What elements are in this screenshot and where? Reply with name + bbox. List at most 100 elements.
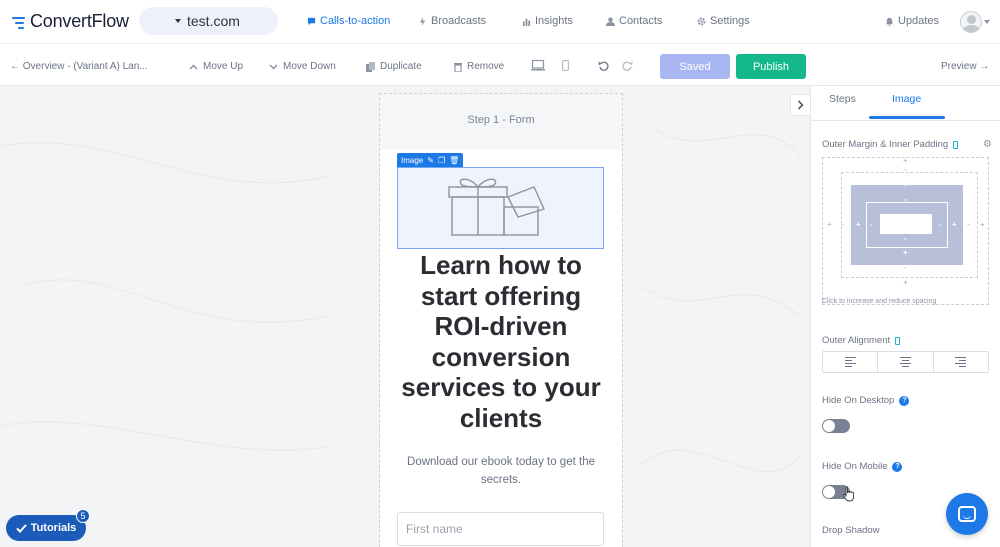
nav-insights[interactable]: Insights <box>522 15 573 27</box>
user-avatar[interactable] <box>960 11 982 33</box>
nav-calls-to-action[interactable]: Calls-to-action <box>307 15 390 27</box>
duplicate-label: Duplicate <box>380 61 422 72</box>
pencil-icon[interactable]: ✎ <box>427 156 434 165</box>
editor-canvas: Step 1 - Form Image ✎ ❐ 🗑 Learn how to s… <box>0 86 810 547</box>
spacing-editor: + - + - - + - + + - + - - + - + <box>822 157 989 305</box>
alignment-title-label: Outer Alignment <box>822 335 891 346</box>
subheadline[interactable]: Download our ebook today to get the secr… <box>396 453 606 489</box>
saved-button[interactable]: Saved <box>660 54 730 79</box>
tab-image[interactable]: Image <box>892 93 921 105</box>
trash-icon[interactable]: 🗑 <box>449 156 459 165</box>
mobile-device-icon[interactable] <box>895 336 901 345</box>
chevron-up-icon <box>189 63 198 70</box>
alignment-section-title: Outer Alignment <box>822 335 901 346</box>
align-center-button[interactable] <box>878 352 934 372</box>
updates-button[interactable]: Updates <box>885 15 939 27</box>
tutorials-button[interactable]: Tutorials <box>6 515 86 541</box>
gear-icon[interactable]: ⚙ <box>983 139 992 150</box>
padding-bottom-decrease[interactable]: - <box>904 235 907 243</box>
redo-icon[interactable] <box>622 60 633 71</box>
hand-cursor-icon <box>842 486 854 502</box>
chevron-down-icon <box>269 63 278 70</box>
move-up-button[interactable]: Move Up <box>189 61 243 72</box>
align-left-button[interactable] <box>823 352 879 372</box>
spacing-title-label: Outer Margin & Inner Padding <box>822 139 949 150</box>
padding-left-decrease[interactable]: - <box>870 221 873 229</box>
padding-right-increase[interactable]: + <box>952 221 957 229</box>
align-right-icon <box>955 356 967 368</box>
nav-broadcasts[interactable]: Broadcasts <box>418 15 486 27</box>
margin-left-decrease[interactable]: - <box>841 221 844 229</box>
content-box <box>880 214 932 234</box>
alignment-button-group <box>822 351 989 373</box>
updates-label: Updates <box>898 15 939 27</box>
mobile-view-icon[interactable] <box>562 60 569 71</box>
collapse-panel-chevron-icon[interactable] <box>790 94 810 116</box>
nav-label: Insights <box>535 15 573 27</box>
margin-right-increase[interactable]: + <box>980 221 985 229</box>
logo-mark-icon <box>12 13 26 31</box>
chevron-down-icon[interactable] <box>984 20 990 24</box>
padding-left-increase[interactable]: + <box>856 221 861 229</box>
step-label[interactable]: Step 1 - Form <box>380 114 622 126</box>
margin-top-decrease[interactable]: - <box>904 166 907 174</box>
margin-top-increase[interactable]: + <box>903 157 908 165</box>
top-nav: ConvertFlow test.com Calls-to-action Bro… <box>0 0 1000 44</box>
live-chat-button[interactable] <box>946 493 988 535</box>
padding-bottom-increase[interactable]: + <box>903 249 908 257</box>
properties-sidebar: Steps Image Outer Margin & Inner Padding… <box>810 86 1000 547</box>
trash-icon <box>454 62 462 72</box>
hide-desktop-section-title: Hide On Desktop ? <box>822 395 910 406</box>
padding-top-increase[interactable]: + <box>903 181 908 189</box>
image-element[interactable] <box>397 167 604 249</box>
headline[interactable]: Learn how to start offering ROI-driven c… <box>390 250 612 433</box>
align-left-icon <box>844 356 856 368</box>
person-icon <box>606 16 615 26</box>
hide-mobile-label: Hide On Mobile <box>822 461 888 472</box>
padding-right-decrease[interactable]: - <box>939 221 942 229</box>
mobile-device-icon[interactable] <box>953 140 959 149</box>
margin-left-increase[interactable]: + <box>827 221 832 229</box>
margin-right-decrease[interactable]: - <box>967 221 970 229</box>
remove-button[interactable]: Remove <box>454 61 504 72</box>
checkmark-icon <box>15 523 27 533</box>
nav-label: Broadcasts <box>431 15 487 27</box>
back-to-overview-link[interactable]: ← Overview - (Variant A) Lan... <box>10 61 148 72</box>
active-tab-indicator <box>869 116 945 119</box>
padding-top-decrease[interactable]: - <box>904 196 907 204</box>
form-step-body: Image ✎ ❐ 🗑 Learn how to start offering … <box>380 150 622 547</box>
margin-bottom-increase[interactable]: + <box>903 279 908 287</box>
publish-button[interactable]: Publish <box>736 54 806 79</box>
hide-on-desktop-toggle[interactable] <box>822 419 850 433</box>
move-up-label: Move Up <box>203 61 244 72</box>
gear-icon <box>697 17 706 25</box>
brand-name: ConvertFlow <box>30 11 129 31</box>
move-down-button[interactable]: Move Down <box>269 61 336 72</box>
site-name: test.com <box>187 13 240 29</box>
help-icon[interactable]: ? <box>899 395 910 406</box>
nav-settings[interactable]: Settings <box>697 15 750 27</box>
first-name-field[interactable]: First name <box>397 512 604 546</box>
move-down-label: Move Down <box>283 61 336 72</box>
tab-steps[interactable]: Steps <box>829 93 856 105</box>
duplicate-button[interactable]: Duplicate <box>366 61 422 72</box>
tutorials-label: Tutorials <box>30 522 77 534</box>
brand-logo[interactable]: ConvertFlow <box>12 11 129 32</box>
undo-icon[interactable] <box>598 60 609 71</box>
spacing-caption: Click to increase and reduce spacing <box>822 298 937 305</box>
bell-icon <box>885 17 894 26</box>
margin-bottom-decrease[interactable]: - <box>904 264 907 272</box>
bolt-icon <box>419 16 426 26</box>
bar-chart-icon <box>522 18 531 26</box>
nav-contacts[interactable]: Contacts <box>606 15 662 27</box>
preview-link[interactable]: Preview → <box>941 61 989 72</box>
image-element-tag[interactable]: Image ✎ ❐ 🗑 <box>397 153 464 167</box>
copy-icon[interactable]: ❐ <box>438 156 445 165</box>
hide-mobile-section-title: Hide On Mobile ? <box>822 461 903 472</box>
help-icon[interactable]: ? <box>892 461 903 472</box>
align-right-button[interactable] <box>934 352 988 372</box>
drop-shadow-section-title: Drop Shadow <box>822 525 880 536</box>
desktop-view-icon[interactable] <box>531 60 545 71</box>
site-selector[interactable]: test.com <box>139 7 278 35</box>
editor-toolbar: ← Overview - (Variant A) Lan... Move Up … <box>0 44 1000 86</box>
